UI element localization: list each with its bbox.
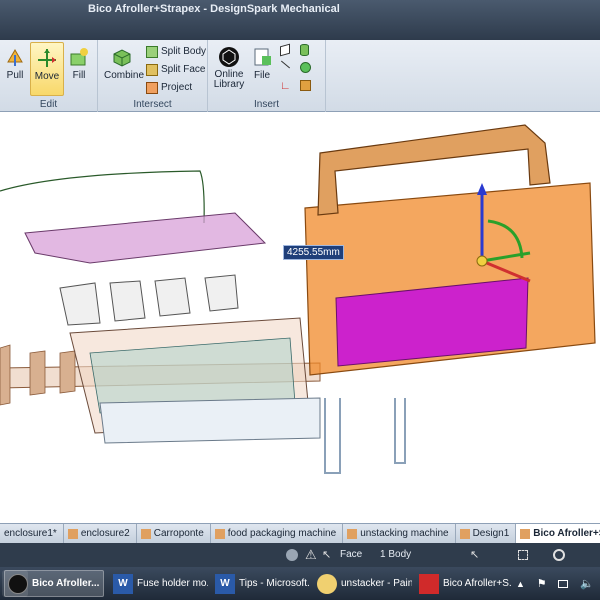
document-tabs: enclosure1* enclosure2 Carroponte food p… — [0, 523, 600, 543]
task-designspark[interactable]: Bico Afroller... — [4, 570, 104, 597]
online-library-icon — [219, 47, 239, 67]
chevron-up-icon[interactable]: ▲ — [516, 579, 525, 589]
combine-icon — [113, 49, 131, 67]
pdf-icon — [419, 573, 439, 594]
sphere-icon[interactable] — [300, 62, 311, 73]
tab-unstacking-machine[interactable]: unstacking machine — [343, 524, 456, 543]
model-canvas[interactable] — [0, 113, 600, 523]
distance-readout[interactable]: 4255.55mm — [283, 245, 344, 260]
select-tool-icon[interactable]: ↖ — [470, 548, 479, 561]
designspark-icon — [8, 573, 28, 594]
tab-enclosure2[interactable]: enclosure2 — [64, 524, 137, 543]
paint-icon — [317, 573, 337, 594]
project-button[interactable]: Project — [146, 79, 192, 96]
split-body-button[interactable]: Split Body — [146, 43, 206, 60]
pull-button[interactable]: Pull — [0, 42, 32, 96]
fill-button[interactable]: Fill — [62, 42, 96, 96]
split-face-icon — [146, 63, 158, 76]
support-legs — [324, 398, 406, 474]
chutes — [59, 274, 239, 326]
move-icon — [38, 49, 56, 67]
flag-icon[interactable]: ⚑ — [537, 577, 547, 590]
tab-bico-afroller[interactable]: Bico Afroller+Stra — [516, 524, 600, 543]
hopper — [24, 212, 267, 264]
tab-food-packaging-machine[interactable]: food packaging machine — [211, 524, 344, 543]
tab-design1[interactable]: Design1 — [456, 524, 517, 543]
combine-button[interactable]: Combine — [104, 42, 144, 96]
word-icon: W — [113, 573, 133, 594]
task-tips[interactable]: W Tips - Microsoft... — [212, 570, 310, 597]
ribbon-group-intersect: Combine Split Body Split Face Project In… — [98, 40, 208, 112]
axis-icon[interactable] — [280, 60, 291, 69]
box-select-icon[interactable] — [518, 550, 528, 560]
frame-wire — [0, 170, 205, 224]
system-tray: ▲ ⚑ 🔈 — [510, 567, 600, 600]
selection-type: Face — [340, 549, 363, 560]
pointer-icon[interactable]: ↖ — [322, 548, 331, 561]
taskbar: Bico Afroller... W Fuse holder mo... W T… — [0, 567, 600, 600]
task-pdf[interactable]: Bico Afroller+S... — [416, 570, 512, 597]
split-face-button[interactable]: Split Face — [146, 61, 205, 78]
task-paint[interactable]: unstacker - Paint — [314, 570, 412, 597]
pull-icon — [7, 49, 23, 66]
insert-group-label: Insert — [253, 99, 279, 110]
tab-carroponte[interactable]: Carroponte — [137, 524, 211, 543]
design-icon — [214, 528, 225, 539]
file-icon — [254, 48, 271, 66]
word-icon: W — [215, 573, 235, 594]
design-icon — [520, 528, 531, 539]
edit-group-label: Edit — [39, 99, 58, 110]
intersect-group-label: Intersect — [133, 99, 172, 110]
stop-icon[interactable] — [286, 549, 298, 561]
network-icon[interactable] — [558, 579, 569, 588]
ribbon-group-edit: Pull Move Fill Edit — [0, 40, 98, 112]
cylinder-icon[interactable] — [300, 44, 309, 56]
split-body-icon — [146, 45, 158, 58]
selection-count: 1 Body — [380, 549, 412, 560]
online-library-button[interactable]: Online Library — [210, 42, 248, 96]
base-tray — [99, 397, 321, 444]
plane-icon[interactable] — [280, 43, 290, 57]
task-fuse-holder[interactable]: W Fuse holder mo... — [110, 570, 208, 597]
warning-icon[interactable]: ⚠ — [305, 547, 317, 563]
no-filter-icon[interactable] — [553, 549, 565, 561]
ribbon-group-insert: Online Library File ∟ Insert — [208, 40, 326, 112]
file-button[interactable]: File — [248, 42, 276, 96]
window-title: Bico Afroller+Strapex - DesignSpark Mech… — [88, 3, 340, 15]
project-icon — [146, 81, 158, 94]
status-bar: ⚠ ↖ Face 1 Body ↖ — [0, 543, 600, 567]
origin-icon[interactable]: ∟ — [280, 80, 291, 92]
design-icon — [459, 528, 470, 539]
title-bar: Bico Afroller+Strapex - DesignSpark Mech… — [0, 0, 600, 40]
design-icon — [67, 528, 78, 539]
fill-icon — [70, 48, 88, 66]
shell-icon[interactable] — [300, 80, 311, 91]
design-icon — [140, 528, 151, 539]
move-button[interactable]: Move — [30, 42, 64, 96]
ribbon: Pull Move Fill Edit Combine Split Body S… — [0, 40, 600, 112]
volume-icon[interactable]: 🔈 — [580, 577, 594, 590]
tab-enclosure1[interactable]: enclosure1* — [0, 524, 64, 543]
3d-viewport[interactable]: 4255.55mm — [0, 113, 600, 523]
design-icon — [347, 528, 358, 539]
